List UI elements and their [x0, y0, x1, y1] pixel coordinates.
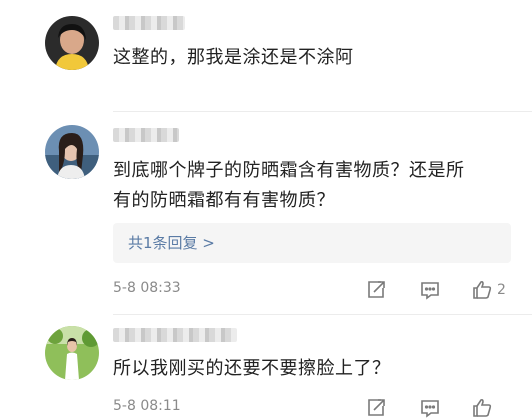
comment-meta: 5-8 08:11 [113, 396, 514, 420]
comment-button[interactable] [419, 278, 441, 302]
comment-button[interactable] [419, 396, 441, 420]
username[interactable] [113, 16, 185, 30]
like-button[interactable] [471, 396, 497, 420]
replies-box[interactable]: 共1条回复 > [113, 223, 511, 263]
share-icon [368, 399, 385, 416]
comment-text: 所以我刚买的还要不要擦脸上了？ [113, 358, 391, 379]
avatar[interactable] [45, 16, 99, 70]
comment-icon [421, 400, 439, 418]
comment-text: 这整的，那我是涂还是不涂阿 [113, 47, 354, 68]
comment-meta: 5-8 08:33 2 [113, 278, 514, 302]
replies-link[interactable]: 共1条回复 > [128, 232, 215, 253]
thumbs-up-icon [473, 280, 492, 299]
avatar[interactable] [45, 125, 99, 179]
comment-time: 5-8 08:11 [113, 398, 181, 414]
share-button[interactable] [365, 278, 387, 302]
comment-icon [421, 282, 439, 300]
comment-text: 到底哪个牌子的防晒霜含有害物质？还是所 有的防晒霜都有有害物质？ [113, 156, 512, 216]
share-icon [368, 281, 385, 298]
comment-text-line: 到底哪个牌子的防晒霜含有害物质？还是所 [113, 160, 465, 181]
avatar[interactable] [45, 326, 99, 380]
like-count: 2 [497, 282, 506, 298]
divider [113, 111, 532, 112]
share-button[interactable] [365, 396, 387, 420]
divider [113, 314, 532, 315]
comment-text-line: 有的防晒霜都有有害物质？ [113, 190, 335, 211]
like-button[interactable]: 2 [471, 278, 506, 302]
username[interactable] [113, 128, 179, 142]
comment-time: 5-8 08:33 [113, 280, 181, 296]
username[interactable] [113, 328, 237, 342]
thumbs-up-icon [473, 398, 492, 417]
